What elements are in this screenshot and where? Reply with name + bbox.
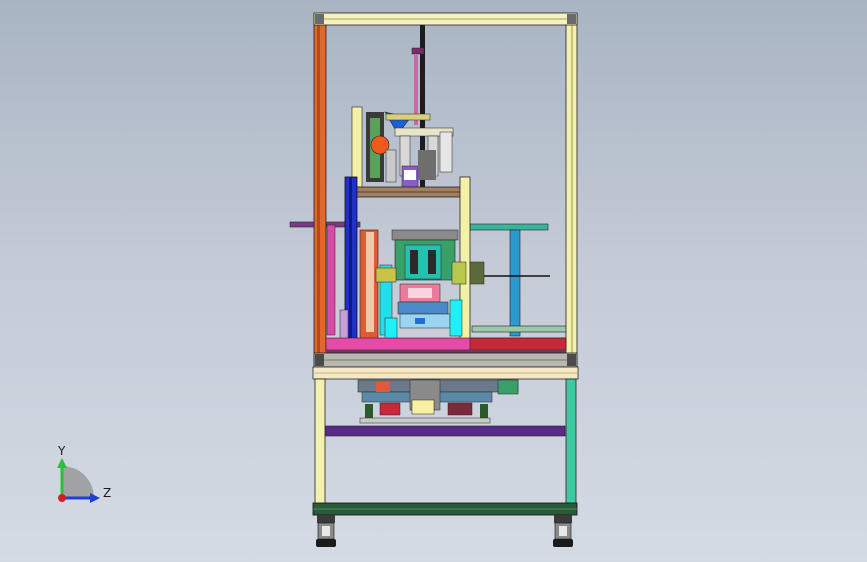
origin-icon [58,494,66,502]
triad-plane-icon [62,466,94,498]
right-leg [565,378,577,508]
caster-right [553,515,573,547]
purple-crossbar [324,425,566,437]
orientation-triad[interactable]: Y Z [57,444,111,503]
cad-viewport[interactable]: Y Z [0,0,867,562]
left-leg [314,378,326,508]
machine-assembly[interactable] [289,12,579,547]
model-canvas[interactable]: Y Z [0,0,867,562]
lower-drive-mechanism[interactable] [357,379,519,424]
z-axis-label: Z [103,486,111,500]
caster-left [316,515,336,547]
upper-head-mechanism[interactable] [351,106,454,189]
y-axis-label: Y [57,444,66,458]
